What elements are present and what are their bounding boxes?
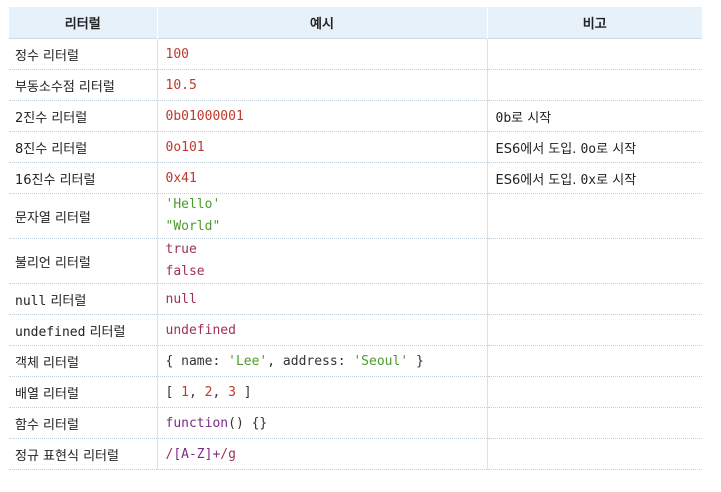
example-line: 'Hello' bbox=[165, 197, 221, 212]
code-number: 3 bbox=[228, 384, 236, 400]
row-note bbox=[486, 69, 702, 101]
name-text: 리터럴 bbox=[85, 324, 126, 340]
code-keyword: function bbox=[165, 415, 229, 431]
row-example: /[A-Z]+/g bbox=[156, 438, 487, 470]
example-line: false bbox=[165, 264, 205, 279]
regex-body: [A-Z]+ bbox=[173, 446, 221, 462]
table-row: 객체 리터럴 { name: 'Lee', address: 'Seoul' } bbox=[9, 345, 702, 377]
row-note bbox=[486, 193, 702, 239]
note-pre: ES6에서 도입. bbox=[495, 141, 581, 157]
row-name: 정수 리터럴 bbox=[15, 48, 79, 64]
code-part: ] bbox=[235, 384, 252, 400]
table-row: 함수 리터럴 function() {} bbox=[9, 407, 702, 439]
table-row: 16진수 리터럴 0x41 ES6에서 도입. 0x로 시작 bbox=[9, 162, 702, 194]
row-name: 8진수 리터럴 bbox=[15, 141, 88, 157]
table-row: undefined 리터럴 undefined bbox=[9, 314, 702, 346]
row-example: 100 bbox=[156, 38, 487, 70]
name-text: 리터럴 bbox=[46, 293, 87, 309]
row-example: 10.5 bbox=[156, 69, 487, 101]
row-example: { name: 'Lee', address: 'Seoul' } bbox=[156, 345, 487, 377]
table-row: 부동소수점 리터럴 10.5 bbox=[9, 69, 702, 101]
row-note: ES6에서 도입. 0x로 시작 bbox=[486, 162, 702, 194]
table-row: 정규 표현식 리터럴 /[A-Z]+/g bbox=[9, 438, 702, 470]
row-note bbox=[486, 238, 702, 284]
row-name: 함수 리터럴 bbox=[15, 417, 79, 433]
row-note: ES6에서 도입. 0o로 시작 bbox=[486, 131, 702, 163]
header-example: 예시 bbox=[156, 7, 487, 39]
row-name: 부동소수점 리터럴 bbox=[15, 79, 115, 95]
note-prefix-code: 0o bbox=[580, 141, 597, 157]
example-line: "World" bbox=[165, 219, 221, 234]
note-prefix-code: 0x bbox=[580, 172, 597, 188]
table-row: 배열 리터럴 [ 1, 2, 3 ] bbox=[9, 376, 702, 408]
table-row: null 리터럴 null bbox=[9, 283, 702, 315]
row-example: 'Hello' "World" bbox=[156, 193, 487, 239]
row-name: 16진수 리터럴 bbox=[15, 172, 96, 188]
code-number: 1 bbox=[181, 384, 189, 400]
literal-table-wrapper: 리터럴 예시 비고 정수 리터럴 100 부동소수점 리터럴 10.5 2진수 … bbox=[9, 7, 702, 470]
code-string: 'Seoul' bbox=[353, 353, 409, 369]
code-part: [ bbox=[165, 384, 182, 400]
table-row: 2진수 리터럴 0b01000001 0b로 시작 bbox=[9, 100, 702, 132]
code-part: { name: bbox=[165, 353, 229, 369]
row-name: 정규 표현식 리터럴 bbox=[15, 448, 119, 464]
row-example: 0b01000001 bbox=[156, 100, 487, 132]
row-note bbox=[486, 38, 702, 70]
name-code: undefined bbox=[15, 324, 86, 340]
note-text: 로 시작 bbox=[511, 110, 552, 126]
regex-flags: /g bbox=[220, 446, 236, 462]
note-prefix-code: 0b bbox=[495, 110, 512, 126]
row-note: 0b로 시작 bbox=[486, 100, 702, 132]
row-example: null bbox=[156, 283, 487, 315]
header-literal: 리터럴 bbox=[9, 7, 157, 39]
code-part: , bbox=[212, 384, 229, 400]
row-note bbox=[486, 438, 702, 470]
table-row: 8진수 리터럴 0o101 ES6에서 도입. 0o로 시작 bbox=[9, 131, 702, 163]
example-line: true bbox=[165, 242, 197, 257]
table-header-row: 리터럴 예시 비고 bbox=[9, 7, 702, 39]
row-name: 2진수 리터럴 bbox=[15, 110, 88, 126]
row-example: 0x41 bbox=[156, 162, 487, 194]
row-example: function() {} bbox=[156, 407, 487, 439]
row-name: 불리언 리터럴 bbox=[15, 255, 91, 271]
table-row: 문자열 리터럴 'Hello' "World" bbox=[9, 193, 702, 239]
code-part: , address: bbox=[267, 353, 354, 369]
row-note bbox=[486, 345, 702, 377]
header-note: 비고 bbox=[486, 7, 702, 39]
code-string: 'Lee' bbox=[228, 353, 268, 369]
row-note bbox=[486, 314, 702, 346]
table-row: 불리언 리터럴 true false bbox=[9, 238, 702, 284]
row-example: true false bbox=[156, 238, 487, 284]
row-name: undefined 리터럴 bbox=[9, 315, 157, 346]
note-text: 로 시작 bbox=[596, 141, 637, 157]
row-note bbox=[486, 283, 702, 315]
row-name: 배열 리터럴 bbox=[15, 386, 79, 402]
table-row: 정수 리터럴 100 bbox=[9, 38, 702, 70]
code-part: } bbox=[408, 353, 424, 369]
row-note bbox=[486, 376, 702, 408]
row-name: 객체 리터럴 bbox=[15, 355, 79, 371]
row-example: undefined bbox=[156, 314, 487, 346]
row-name: null 리터럴 bbox=[9, 284, 157, 315]
literal-table: 리터럴 예시 비고 정수 리터럴 100 부동소수점 리터럴 10.5 2진수 … bbox=[9, 7, 702, 470]
row-example: 0o101 bbox=[156, 131, 487, 163]
note-text: 로 시작 bbox=[596, 172, 637, 188]
row-name: 문자열 리터럴 bbox=[15, 210, 91, 226]
row-example: [ 1, 2, 3 ] bbox=[156, 376, 487, 408]
code-part: () {} bbox=[228, 415, 268, 431]
code-part: , bbox=[188, 384, 205, 400]
row-note bbox=[486, 407, 702, 439]
note-pre: ES6에서 도입. bbox=[495, 172, 581, 188]
name-code: null bbox=[15, 293, 47, 309]
